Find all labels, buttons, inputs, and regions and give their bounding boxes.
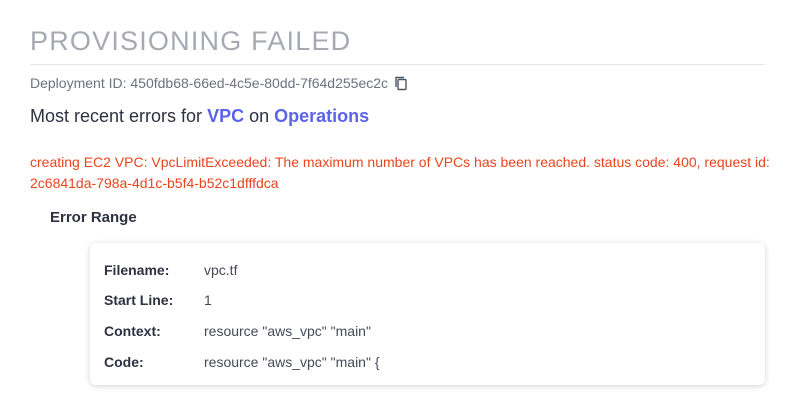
row-label: Start Line: — [104, 292, 174, 308]
row-label: Code: — [104, 354, 144, 370]
context-row: Context: resource "aws_vpc" "main" — [104, 323, 371, 339]
error-range-title: Error Range — [50, 209, 137, 226]
row-label: Context: — [104, 323, 161, 339]
row-label: Filename: — [104, 262, 170, 278]
resource-link[interactable]: VPC — [207, 106, 244, 126]
code-row: Code: resource "aws_vpc" "main" { — [104, 354, 380, 370]
start-line-row: Start Line: 1 — [104, 292, 212, 308]
copy-icon[interactable] — [393, 75, 409, 91]
row-value: vpc.tf — [204, 262, 238, 278]
row-value: resource "aws_vpc" "main" { — [204, 354, 380, 370]
divider — [30, 64, 765, 65]
row-value: resource "aws_vpc" "main" — [204, 323, 371, 339]
deployment-id: Deployment ID: 450fdb68-66ed-4c5e-80dd-7… — [30, 75, 409, 91]
deployment-id-value: 450fdb68-66ed-4c5e-80dd-7f64d255ec2c — [130, 75, 389, 91]
heading-on: on — [249, 106, 270, 126]
errors-heading: Most recent errors for VPC on Operations — [30, 106, 369, 127]
heading-prefix: Most recent errors for — [30, 106, 203, 126]
target-link[interactable]: Operations — [274, 106, 369, 126]
row-value: 1 — [204, 292, 212, 308]
filename-row: Filename: vpc.tf — [104, 262, 237, 278]
error-range-card: Filename: vpc.tf Start Line: 1 Context: … — [90, 243, 765, 385]
error-message: creating EC2 VPC: VpcLimitExceeded: The … — [30, 154, 770, 191]
deployment-id-label: Deployment ID: — [30, 75, 127, 91]
page-title: PROVISIONING FAILED — [30, 26, 352, 56]
